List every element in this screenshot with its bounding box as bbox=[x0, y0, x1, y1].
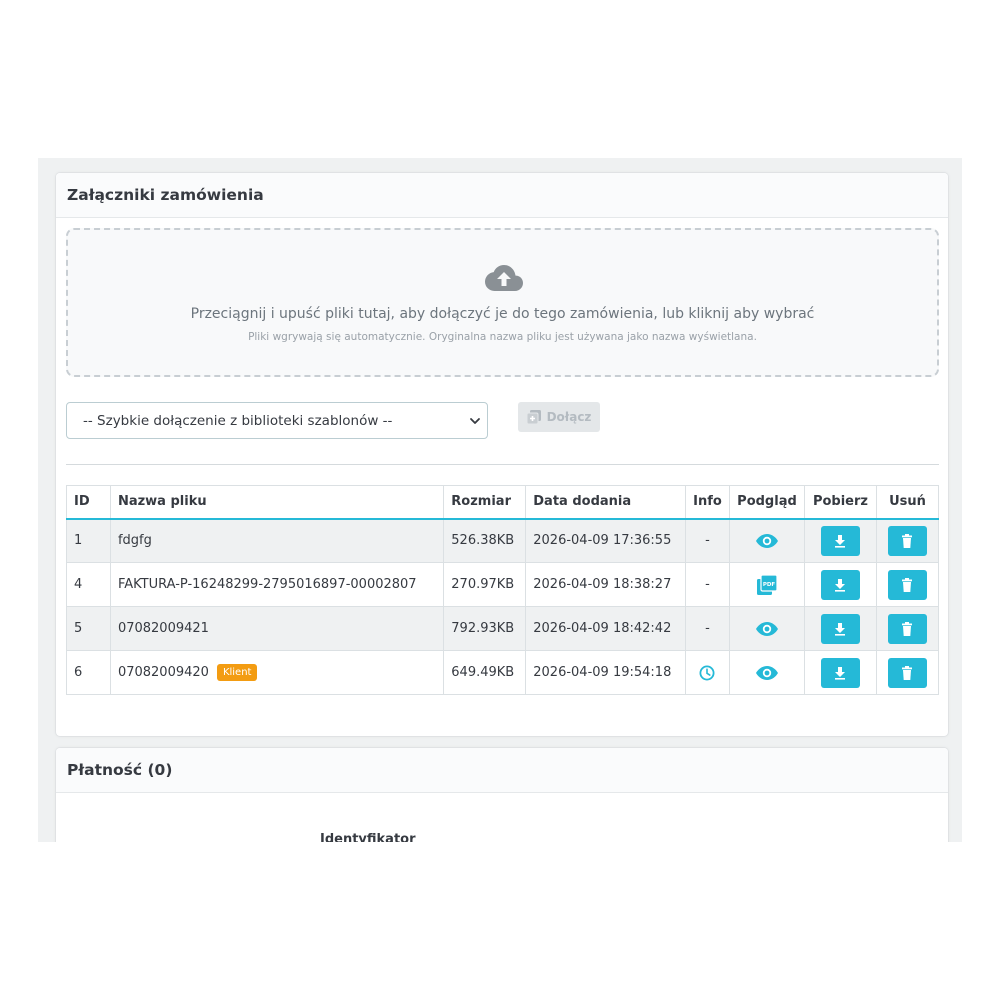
cell-size: 649.49KB bbox=[443, 650, 527, 695]
trash-icon bbox=[902, 665, 913, 680]
cell-preview bbox=[728, 650, 805, 695]
delete-button[interactable] bbox=[887, 613, 927, 644]
client-badge: Klient bbox=[216, 664, 258, 681]
column-header-download: Pobierz bbox=[803, 485, 877, 520]
trash-icon bbox=[902, 533, 913, 548]
cell-date: 2026-04-09 17:36:55 bbox=[525, 518, 686, 563]
cell-delete bbox=[875, 518, 940, 563]
delete-button[interactable] bbox=[887, 657, 927, 688]
clock-icon[interactable] bbox=[699, 665, 715, 681]
column-header-delete: Usuń bbox=[875, 485, 940, 520]
attachments-card-title: Załączniki zamówienia bbox=[56, 173, 948, 218]
column-header-preview: Podgląd bbox=[728, 485, 805, 520]
pdf-icon[interactable]: PDF bbox=[756, 574, 777, 595]
cell-filename: 07082009421 bbox=[109, 606, 445, 651]
trash-icon bbox=[902, 621, 913, 636]
download-button[interactable] bbox=[820, 525, 860, 556]
cell-date: 2026-04-09 19:54:18 bbox=[525, 650, 686, 695]
template-select-value: -- Szybkie dołączenie z biblioteki szabl… bbox=[83, 412, 393, 429]
filename-text: fdgfg bbox=[117, 533, 152, 549]
column-header-name[interactable]: Nazwa pliku bbox=[109, 485, 445, 520]
cell-download bbox=[803, 606, 877, 651]
attach-button-label: Dołącz bbox=[546, 410, 592, 424]
cell-preview bbox=[728, 518, 805, 563]
cell-info bbox=[685, 650, 730, 695]
table-row: 6 07082009420 Klient 649.49KB 2026-04-09 … bbox=[66, 650, 940, 695]
dropzone-main-text: Przeciągnij i upuść pliki tutaj, aby doł… bbox=[190, 306, 815, 322]
cell-download bbox=[803, 562, 877, 607]
template-library-select[interactable]: -- Szybkie dołączenie z biblioteki szabl… bbox=[66, 402, 488, 439]
delete-button[interactable] bbox=[887, 525, 927, 556]
download-button[interactable] bbox=[820, 657, 860, 688]
column-header-size[interactable]: Rozmiar bbox=[443, 485, 527, 520]
filename-text: 07082009421 bbox=[117, 621, 209, 636]
cell-info: - bbox=[685, 562, 730, 607]
cell-id: 1 bbox=[66, 518, 111, 563]
cell-filename: fdgfg bbox=[109, 518, 445, 563]
delete-button[interactable] bbox=[887, 569, 927, 600]
eye-icon[interactable] bbox=[755, 533, 778, 548]
table-row: 1 fdgfg 526.38KB 2026-04-09 17:36:55 - bbox=[66, 518, 940, 563]
cell-date: 2026-04-09 18:38:27 bbox=[525, 562, 686, 607]
cell-delete bbox=[875, 650, 940, 695]
cell-delete bbox=[875, 606, 940, 651]
cell-delete bbox=[875, 562, 940, 607]
dropzone-sub-text: Pliki wgrywają się automatycznie. Orygin… bbox=[248, 331, 757, 343]
download-icon bbox=[835, 666, 846, 680]
cell-filename: FAKTURA-P-16248299-2795016897-00002807 bbox=[109, 562, 445, 607]
eye-icon[interactable] bbox=[755, 621, 778, 636]
download-icon bbox=[835, 578, 846, 592]
section-divider bbox=[66, 464, 939, 465]
cell-size: 792.93KB bbox=[443, 606, 527, 651]
cell-filename: 07082009420 Klient bbox=[109, 650, 445, 695]
payment-column-identifier: Identyfikator bbox=[320, 832, 416, 842]
payment-card-title: Płatność (0) bbox=[56, 748, 948, 793]
content-area: Załączniki zamówienia Przeciągnij i upuś… bbox=[38, 158, 962, 842]
trash-icon bbox=[902, 577, 913, 592]
cell-id: 4 bbox=[66, 562, 111, 607]
download-icon bbox=[835, 622, 846, 636]
chevron-down-icon bbox=[470, 418, 480, 424]
svg-text:PDF: PDF bbox=[763, 582, 776, 588]
cell-download bbox=[803, 518, 877, 563]
column-header-date[interactable]: Data dodania bbox=[525, 485, 686, 520]
cell-date: 2026-04-09 18:42:42 bbox=[525, 606, 686, 651]
filename-text: 07082009420 bbox=[117, 665, 209, 680]
download-icon bbox=[835, 534, 846, 548]
table-row: 5 07082009421 792.93KB 2026-04-09 18:42:… bbox=[66, 606, 940, 651]
payment-card: Płatność (0) Identyfikator bbox=[56, 748, 948, 842]
cell-preview: PDF bbox=[728, 562, 805, 607]
column-header-info: Info bbox=[685, 485, 730, 520]
file-dropzone[interactable]: Przeciągnij i upuść pliki tutaj, aby doł… bbox=[66, 228, 939, 377]
column-header-id[interactable]: ID bbox=[66, 485, 111, 520]
filename-text: FAKTURA-P-16248299-2795016897-00002807 bbox=[117, 577, 417, 592]
cell-info: - bbox=[685, 606, 730, 651]
cloud-upload-icon bbox=[485, 265, 523, 291]
attachments-card: Załączniki zamówienia Przeciągnij i upuś… bbox=[56, 173, 948, 736]
table-row: 4 FAKTURA-P-16248299-2795016897-00002807… bbox=[66, 562, 940, 607]
cell-size: 526.38KB bbox=[443, 518, 527, 563]
cell-id: 5 bbox=[66, 606, 111, 651]
attachments-table: ID Nazwa pliku Rozmiar Data dodania Info… bbox=[66, 485, 940, 695]
download-button[interactable] bbox=[820, 613, 860, 644]
table-header-row: ID Nazwa pliku Rozmiar Data dodania Info… bbox=[66, 485, 940, 520]
attach-button[interactable]: Dołącz bbox=[518, 402, 600, 432]
download-button[interactable] bbox=[820, 569, 860, 600]
eye-icon[interactable] bbox=[755, 665, 778, 680]
add-file-icon bbox=[526, 410, 541, 424]
cell-id: 6 bbox=[66, 650, 111, 695]
cell-preview bbox=[728, 606, 805, 651]
cell-download bbox=[803, 650, 877, 695]
cell-size: 270.97KB bbox=[443, 562, 527, 607]
cell-info: - bbox=[685, 518, 730, 563]
